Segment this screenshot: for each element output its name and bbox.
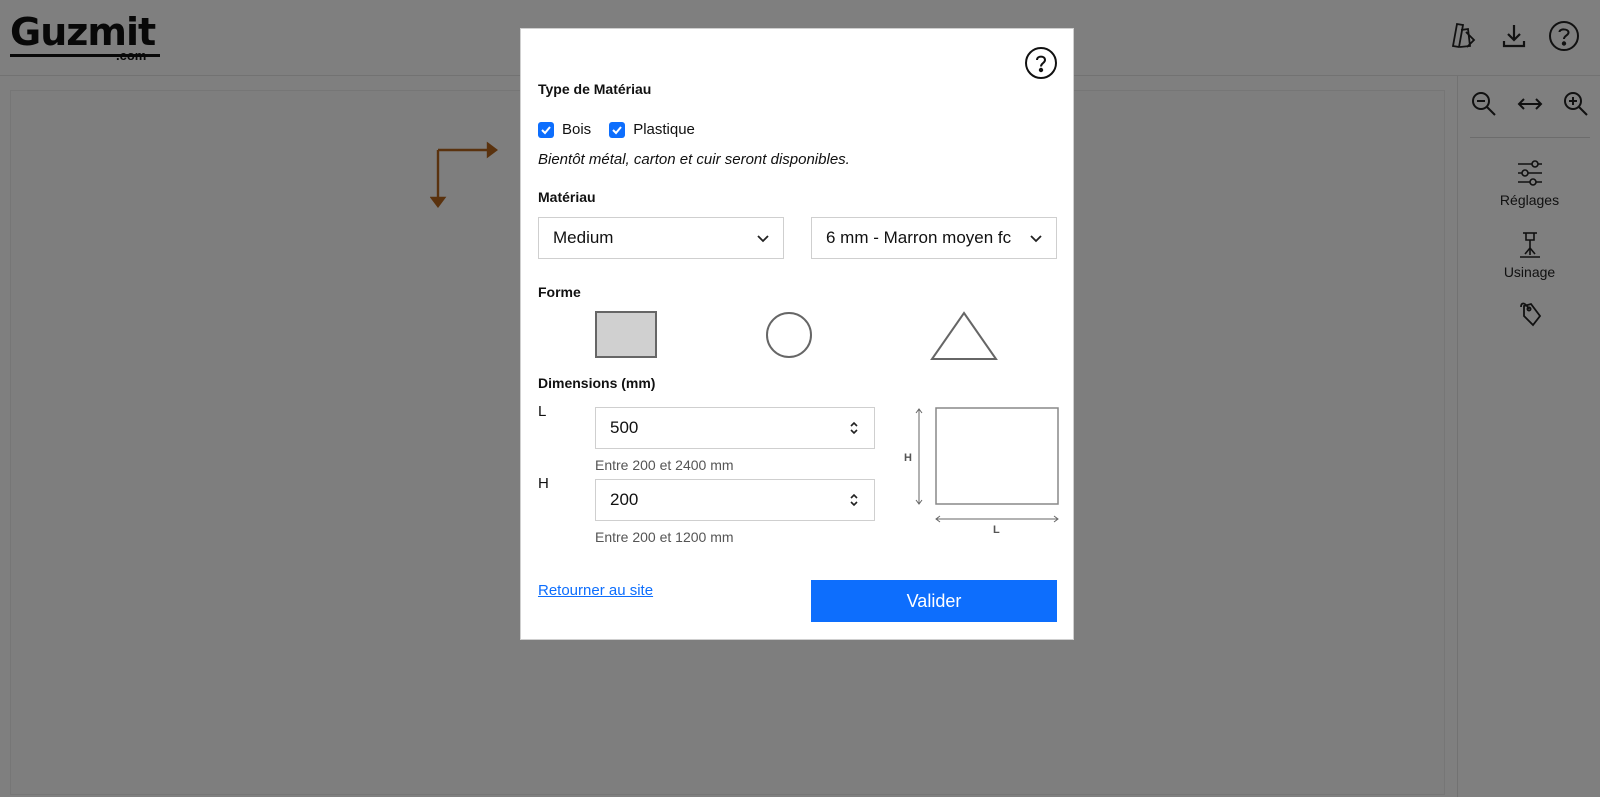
checkbox-bois[interactable] (538, 121, 554, 138)
length-hint: Entre 200 et 2400 mm (595, 457, 734, 473)
height-input-value: 200 (610, 490, 639, 509)
material-type-title: Type de Matériau (538, 81, 652, 97)
spinner-icon[interactable] (848, 419, 860, 437)
dialog-help-icon[interactable] (1025, 47, 1057, 79)
shape-options (538, 311, 1058, 361)
length-label: L (538, 403, 547, 420)
shape-title: Forme (538, 284, 581, 300)
thickness-select-value: 6 mm - Marron moyen fc (826, 228, 1012, 247)
height-label: H (538, 475, 549, 492)
material-select-value: Medium (553, 228, 614, 247)
preview-l-label: L (993, 524, 1000, 536)
material-select[interactable]: Medium (538, 217, 784, 259)
length-input[interactable]: 500 (595, 407, 875, 449)
availability-note: Bientôt métal, carton et cuir seront dis… (538, 151, 850, 168)
dimension-preview: H L (901, 407, 1059, 545)
material-dialog: Type de Matériau Bois Plastique Bientôt … (520, 28, 1074, 640)
height-hint: Entre 200 et 1200 mm (595, 529, 734, 545)
chevron-down-icon (1028, 230, 1044, 246)
spinner-icon[interactable] (848, 491, 860, 509)
validate-button[interactable]: Valider (811, 580, 1057, 622)
chevron-down-icon (755, 230, 771, 246)
back-to-site-link[interactable]: Retourner au site (538, 582, 653, 599)
shape-circle[interactable] (765, 311, 813, 364)
material-title: Matériau (538, 189, 596, 205)
height-input[interactable]: 200 (595, 479, 875, 521)
preview-h-label: H (904, 452, 912, 464)
thickness-select[interactable]: 6 mm - Marron moyen fc (811, 217, 1057, 259)
shape-rectangle[interactable] (595, 311, 657, 364)
dimensions-title: Dimensions (mm) (538, 375, 656, 391)
material-type-options: Bois Plastique (538, 121, 713, 138)
length-input-value: 500 (610, 418, 639, 437)
checkbox-plastique-label[interactable]: Plastique (633, 121, 695, 138)
checkbox-plastique[interactable] (609, 121, 626, 138)
checkbox-bois-label[interactable]: Bois (562, 121, 591, 138)
shape-triangle[interactable] (930, 311, 998, 366)
